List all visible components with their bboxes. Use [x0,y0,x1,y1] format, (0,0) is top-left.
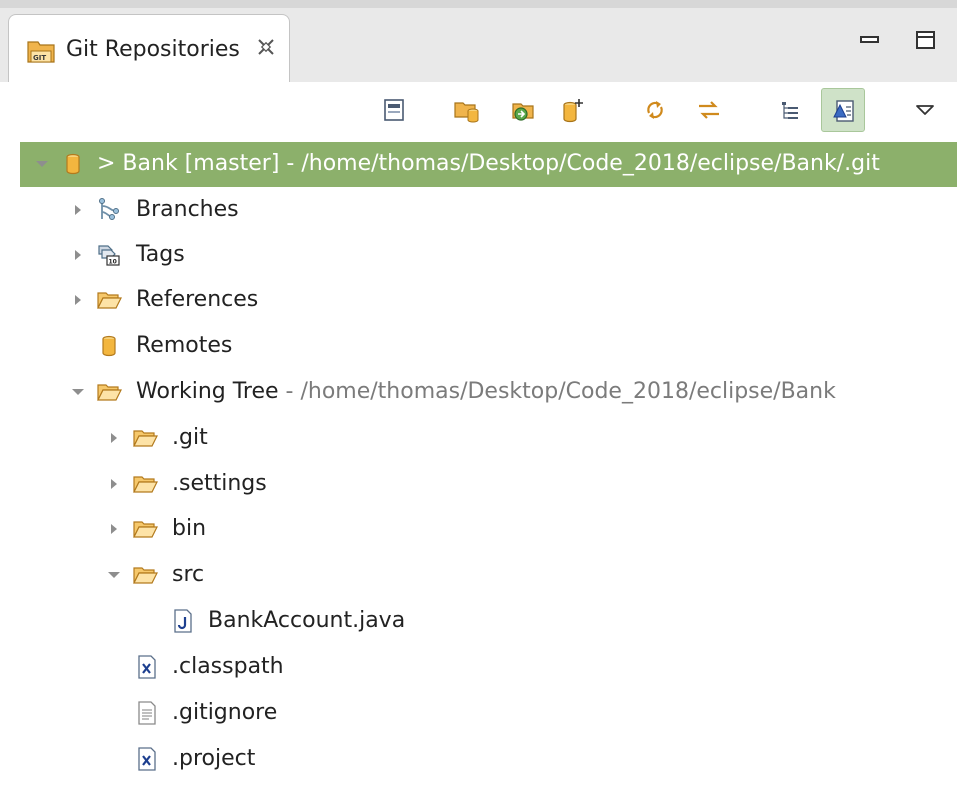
tab-title: Git Repositories [66,37,240,62]
refresh-icon [647,101,663,119]
text-file-icon [134,700,160,726]
tree-item-classpath-file[interactable]: .classpath [0,645,957,690]
tags-icon: 10 [98,245,120,266]
git-repositories-view: GIT Git Repositories > Bank [master] - /… [0,0,957,805]
tree-item-references[interactable]: References [0,278,957,323]
create-repository-icon [563,99,583,123]
folder-icon [132,425,158,451]
triangle-down-icon [916,105,934,115]
view-tab-bar: GIT Git Repositories [0,0,957,83]
tree-item-label: .project [172,746,256,771]
folder-icon [132,562,158,588]
xml-file-icon [134,746,160,772]
folder-icon [132,516,158,542]
working-tree-name: Working Tree [136,379,279,404]
close-x-icon[interactable] [254,35,278,59]
tree-item-label: .git [172,425,208,450]
tree-item-label: Remotes [136,333,233,358]
tree-item-remotes[interactable]: Remotes [0,324,957,369]
tree-item-git-folder[interactable]: .git [0,416,957,461]
java-file-icon [170,608,196,634]
tree-item-working-tree[interactable]: Working Tree - /home/thomas/Desktop/Code… [0,370,957,415]
refresh-button[interactable] [633,88,677,132]
maximize-icon [916,31,935,49]
tree-item-label: BankAccount.java [208,608,406,633]
tab-bar-border [0,0,957,8]
svg-text:10: 10 [109,259,117,266]
tree-item-label: src [172,562,205,587]
tree-item-label: .classpath [172,654,284,679]
working-tree-path: - /home/thomas/Desktop/Code_2018/eclipse… [278,379,836,404]
maximize-button[interactable] [914,28,938,52]
folder-icon [96,287,122,313]
repository-tree: > Bank [master] - /home/thomas/Desktop/C… [0,140,957,805]
collapsed-twisty-icon[interactable] [106,430,122,446]
tree-item-bank-account-file[interactable]: BankAccount.java [0,599,957,644]
add-repository-icon [454,102,479,123]
minimize-button[interactable] [858,28,882,52]
link-with-selection-icon [699,101,719,119]
repository-name: > Bank [master] [97,151,280,176]
clone-repository-icon [512,103,534,121]
collapsed-twisty-icon[interactable] [106,521,122,537]
hierarchical-icon [782,102,798,119]
xml-file-icon [134,654,160,680]
tree-item-branches[interactable]: Branches [0,188,957,233]
collapsed-twisty-icon[interactable] [70,202,86,218]
tree-item-repository[interactable]: > Bank [master] - /home/thomas/Desktop/C… [20,142,957,187]
link-with-selection-button[interactable] [687,88,731,132]
expand-twisty-icon[interactable] [70,384,86,400]
tree-item-label: .settings [172,471,267,496]
branches-icon [99,198,119,220]
folder-icon [132,471,158,497]
collapsed-twisty-icon[interactable] [70,247,86,263]
clone-repository-button[interactable] [502,88,546,132]
collapsed-twisty-icon[interactable] [106,476,122,492]
tree-item-settings-folder[interactable]: .settings [0,462,957,507]
tree-item-label: Tags [136,242,185,267]
folder-icon [96,379,122,405]
tree-item-label: bin [172,516,207,541]
view-menu-button[interactable] [903,88,947,132]
tree-item-label: .gitignore [172,700,278,725]
view-toolbar [0,82,957,140]
svg-text:GIT: GIT [33,54,46,62]
repository-path: - /home/thomas/Desktop/Code_2018/eclipse… [279,151,880,176]
expand-twisty-icon[interactable] [34,156,50,172]
tree-item-gitignore-file[interactable]: .gitignore [0,691,957,736]
add-existing-repository-button[interactable] [445,88,489,132]
remotes-icon [96,333,122,359]
tree-item-tags[interactable]: 10 Tags [0,233,957,278]
collapsed-twisty-icon[interactable] [70,292,86,308]
create-repository-button[interactable] [551,88,595,132]
details-icon [833,100,854,122]
collapse-all-button[interactable] [372,88,416,132]
tree-item-label: References [136,287,259,312]
expand-twisty-icon[interactable] [106,567,122,583]
tree-item-bin-folder[interactable]: bin [0,507,957,552]
tree-item-src-folder[interactable]: src [0,553,957,598]
tree-item-label: Branches [136,197,239,222]
tree-item-label: Working Tree - /home/thomas/Desktop/Code… [136,376,836,408]
tree-item-label: > Bank [master] - /home/thomas/Desktop/C… [97,148,880,180]
hierarchical-layout-button[interactable] [768,88,812,132]
collapse-all-icon [384,99,404,121]
tab-git-repositories[interactable]: GIT Git Repositories [8,14,290,83]
minimize-icon [860,36,879,43]
tree-item-project-file[interactable]: .project [0,737,957,782]
repository-icon [60,151,86,177]
show-repository-details-button[interactable] [821,88,865,132]
git-repositories-icon: GIT [25,35,57,67]
